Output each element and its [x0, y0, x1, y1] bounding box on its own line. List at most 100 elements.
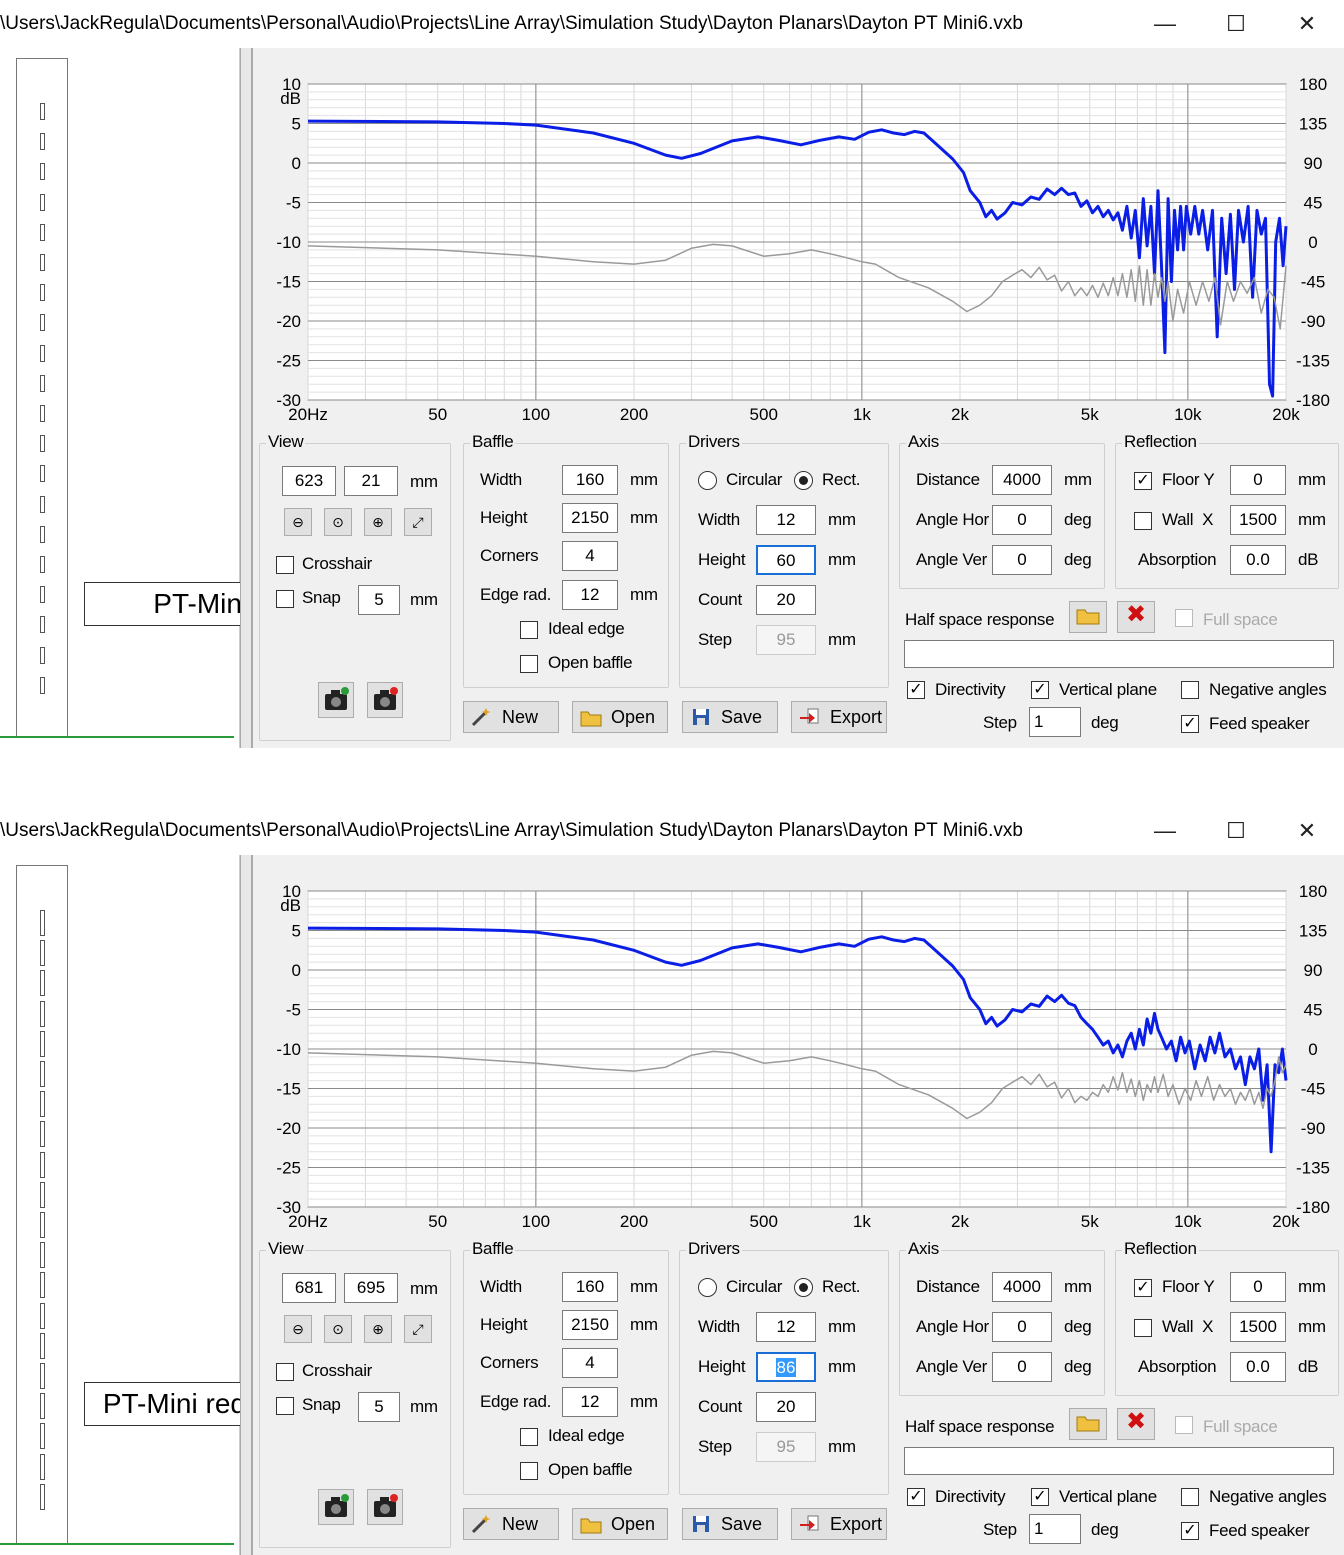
zoom-reset-icon[interactable]: ⊙: [324, 1315, 352, 1343]
view-y-input[interactable]: 695: [344, 1273, 398, 1303]
crosshair-checkbox[interactable]: [276, 1363, 294, 1381]
frequency-response-chart[interactable]: 1050-5-10-15-20-25-30dB18013590450-45-90…: [253, 855, 1344, 1235]
minimize-icon[interactable]: —: [1130, 0, 1200, 48]
angle-ver-input[interactable]: 0: [992, 545, 1052, 575]
dir-step-input[interactable]: 1: [1029, 707, 1081, 737]
open-button[interactable]: Open: [572, 701, 668, 733]
remove-icon[interactable]: ✖: [1117, 1408, 1155, 1440]
zoom-in-icon[interactable]: ⊕: [364, 1315, 392, 1343]
circular-radio[interactable]: [698, 1278, 717, 1297]
camera-icon[interactable]: [318, 1489, 354, 1525]
snap-input[interactable]: 5: [358, 1392, 400, 1422]
open-folder-icon[interactable]: [1069, 601, 1107, 633]
driver-count-input[interactable]: 20: [756, 1392, 816, 1422]
baffle-corners-input[interactable]: 4: [562, 1348, 618, 1378]
wall-input[interactable]: 1500: [1230, 1312, 1286, 1342]
rect-radio[interactable]: [794, 471, 813, 490]
baffle-preview-panel[interactable]: PT-Mini actual: [0, 48, 400, 748]
baffle-width-input[interactable]: 160: [562, 465, 618, 495]
maximize-icon[interactable]: ☐: [1201, 0, 1271, 48]
baffle-edge-input[interactable]: 12: [562, 580, 618, 610]
right-tick-label: 0: [1308, 233, 1317, 252]
zoom-out-icon[interactable]: ⊖: [284, 1315, 312, 1343]
vertical-plane-checkbox[interactable]: ✓: [1031, 681, 1049, 699]
distance-input[interactable]: 4000: [992, 1272, 1052, 1302]
dir-step-input[interactable]: 1: [1029, 1514, 1081, 1544]
zoom-out-icon[interactable]: ⊖: [284, 508, 312, 536]
half-space-file-input[interactable]: [904, 1447, 1334, 1475]
splitter[interactable]: [240, 855, 252, 1555]
wall-checkbox[interactable]: [1134, 512, 1152, 530]
close-icon[interactable]: ✕: [1272, 0, 1342, 48]
baffle-corners-input[interactable]: 4: [562, 541, 618, 571]
negative-angles-checkbox[interactable]: [1181, 1488, 1199, 1506]
view-y-input[interactable]: 21: [344, 466, 398, 496]
angle-ver-input[interactable]: 0: [992, 1352, 1052, 1382]
view-x-input[interactable]: 623: [282, 466, 336, 496]
absorption-input[interactable]: 0.0: [1230, 545, 1286, 575]
open-baffle-checkbox[interactable]: [520, 1462, 538, 1480]
floor-input[interactable]: 0: [1230, 1272, 1286, 1302]
snap-input[interactable]: 5: [358, 585, 400, 615]
baffle-edge-input[interactable]: 12: [562, 1387, 618, 1417]
driver-height-input[interactable]: 86: [756, 1352, 816, 1382]
ideal-edge-checkbox[interactable]: [520, 1428, 538, 1446]
wall-input[interactable]: 1500: [1230, 505, 1286, 535]
view-x-input[interactable]: 681: [282, 1273, 336, 1303]
feed-speaker-checkbox[interactable]: ✓: [1181, 715, 1199, 733]
baffle-height-input[interactable]: 2150: [562, 503, 618, 533]
zoom-reset-icon[interactable]: ⊙: [324, 508, 352, 536]
camera-compare-icon[interactable]: [367, 1489, 403, 1525]
remove-icon[interactable]: ✖: [1117, 601, 1155, 633]
camera-compare-icon[interactable]: [367, 682, 403, 718]
wall-checkbox[interactable]: [1134, 1319, 1152, 1337]
save-button[interactable]: Save: [682, 701, 778, 733]
baffle-height-input[interactable]: 2150: [562, 1310, 618, 1340]
directivity-checkbox[interactable]: ✓: [907, 681, 925, 699]
angle-hor-input[interactable]: 0: [992, 505, 1052, 535]
close-icon[interactable]: ✕: [1272, 807, 1342, 855]
circular-radio[interactable]: [698, 471, 717, 490]
angle-hor-input[interactable]: 0: [992, 1312, 1052, 1342]
snap-checkbox[interactable]: [276, 1397, 294, 1415]
negative-angles-checkbox[interactable]: [1181, 681, 1199, 699]
frequency-response-chart[interactable]: 1050-5-10-15-20-25-30dB18013590450-45-90…: [253, 48, 1344, 428]
baffle-preview-panel[interactable]: PT-Mini reduced gap: [0, 855, 380, 1555]
driver-width-input[interactable]: 12: [756, 505, 816, 535]
driver-count-input[interactable]: 20: [756, 585, 816, 615]
directivity-checkbox[interactable]: ✓: [907, 1488, 925, 1506]
angle-ver-label: Angle Ver: [916, 1357, 988, 1376]
drivers-group-title: Drivers: [686, 432, 742, 452]
new-button[interactable]: New: [463, 1508, 559, 1540]
fit-view-icon[interactable]: ⤢: [404, 1315, 432, 1343]
driver-width-input[interactable]: 12: [756, 1312, 816, 1342]
save-button[interactable]: Save: [682, 1508, 778, 1540]
fit-view-icon[interactable]: ⤢: [404, 508, 432, 536]
floor-checkbox[interactable]: ✓: [1134, 472, 1152, 490]
maximize-icon[interactable]: ☐: [1201, 807, 1271, 855]
feed-speaker-checkbox[interactable]: ✓: [1181, 1522, 1199, 1540]
zoom-in-icon[interactable]: ⊕: [364, 508, 392, 536]
driver-height-input[interactable]: 60: [756, 545, 816, 575]
vertical-plane-checkbox[interactable]: ✓: [1031, 1488, 1049, 1506]
crosshair-checkbox[interactable]: [276, 556, 294, 574]
ideal-edge-checkbox[interactable]: [520, 621, 538, 639]
open-baffle-checkbox[interactable]: [520, 655, 538, 673]
snap-checkbox[interactable]: [276, 590, 294, 608]
absorption-input[interactable]: 0.0: [1230, 1352, 1286, 1382]
export-button[interactable]: Export: [791, 701, 887, 733]
new-button[interactable]: New: [463, 701, 559, 733]
open-folder-icon[interactable]: [1069, 1408, 1107, 1440]
minimize-icon[interactable]: —: [1130, 807, 1200, 855]
splitter[interactable]: [240, 48, 252, 748]
rect-radio[interactable]: [794, 1278, 813, 1297]
floor-input[interactable]: 0: [1230, 465, 1286, 495]
wall-label: Wall X: [1162, 1317, 1214, 1336]
export-button[interactable]: Export: [791, 1508, 887, 1540]
baffle-width-input[interactable]: 160: [562, 1272, 618, 1302]
camera-icon[interactable]: [318, 682, 354, 718]
floor-checkbox[interactable]: ✓: [1134, 1279, 1152, 1297]
open-button[interactable]: Open: [572, 1508, 668, 1540]
distance-input[interactable]: 4000: [992, 465, 1052, 495]
half-space-file-input[interactable]: [904, 640, 1334, 668]
